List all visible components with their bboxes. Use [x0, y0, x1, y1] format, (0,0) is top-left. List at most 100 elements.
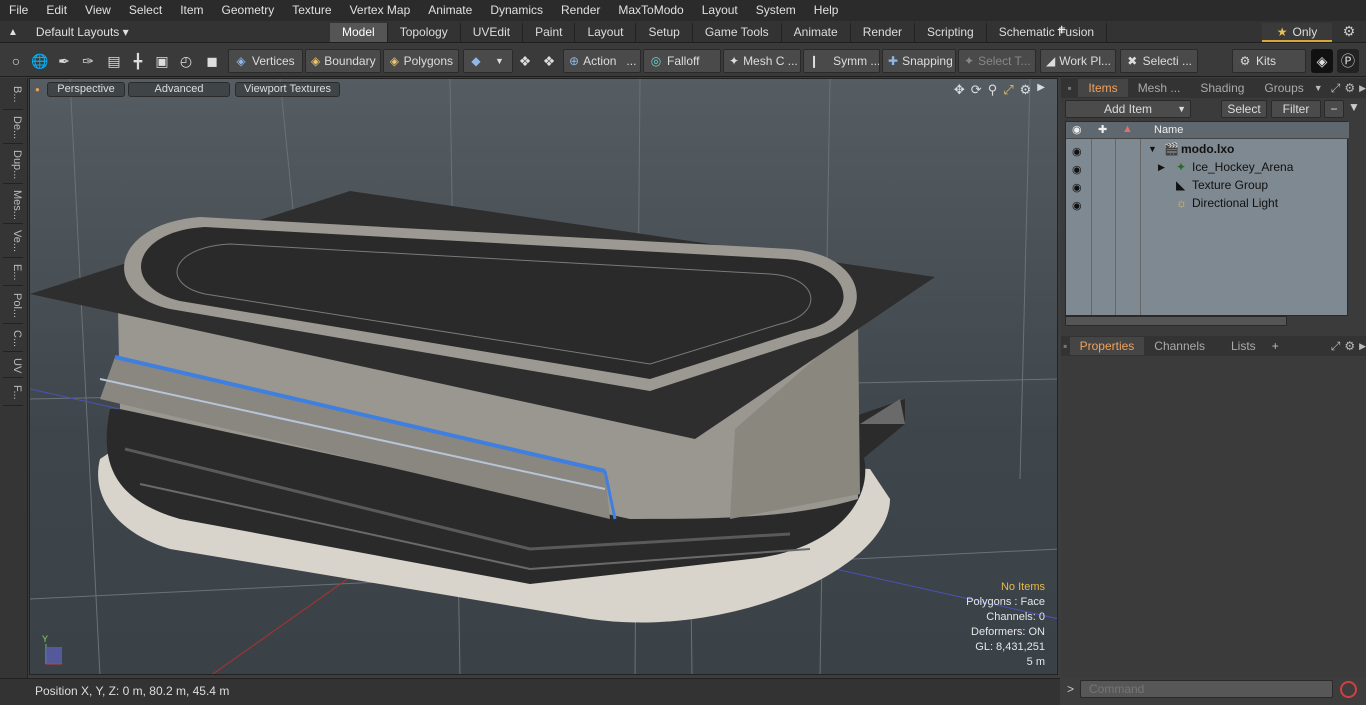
tab-layout[interactable]: Layout: [575, 23, 637, 42]
menu-view[interactable]: View: [76, 0, 120, 21]
material-alt-icon[interactable]: ❖: [538, 49, 560, 73]
tree-row-scene[interactable]: ◉ ▼ 🎬 modo.lxo: [1066, 140, 1349, 158]
panel-expand-icon[interactable]: ⤢: [1331, 339, 1341, 354]
menu-dynamics[interactable]: Dynamics: [481, 0, 552, 21]
panel-more-icon[interactable]: ▶: [1359, 83, 1366, 94]
tab-properties[interactable]: Properties: [1069, 337, 1145, 355]
tab-mesh[interactable]: Mesh ...: [1128, 79, 1191, 97]
snapping-button[interactable]: ✚ Snapping: [882, 49, 956, 73]
command-input[interactable]: [1080, 680, 1333, 698]
add-item-button[interactable]: Add Item ▼: [1065, 100, 1191, 118]
tab-topology[interactable]: Topology: [388, 23, 461, 42]
tab-render[interactable]: Render: [851, 23, 916, 42]
viewport-gear-icon[interactable]: ⚙: [1020, 82, 1032, 98]
name-column-header[interactable]: Name: [1154, 124, 1183, 136]
rotate-view-icon[interactable]: ⟳: [971, 82, 982, 98]
advanced-button[interactable]: Advanced: [128, 82, 230, 97]
tab-schematic-fusion[interactable]: Schematic Fusion: [987, 23, 1108, 42]
tree-horizontal-scrollbar[interactable]: [1065, 316, 1287, 326]
unity-icon[interactable]: ◈: [1311, 49, 1333, 73]
collapse-icon[interactable]: −: [1324, 100, 1344, 118]
tabs-dropdown-icon[interactable]: ▼: [1314, 83, 1323, 93]
crosshair-grid-icon[interactable]: ╋: [127, 49, 149, 73]
menu-texture[interactable]: Texture: [283, 0, 340, 21]
vertices-button[interactable]: ◈ Vertices: [228, 49, 303, 73]
only-toggle[interactable]: ★ Only: [1262, 23, 1332, 42]
brush-icon[interactable]: ✑: [77, 49, 99, 73]
tab-game-tools[interactable]: Game Tools: [693, 23, 782, 42]
material-icon[interactable]: ❖: [514, 49, 536, 73]
pen-icon[interactable]: ✒: [53, 49, 75, 73]
panel-menu-icon[interactable]: ▪: [1061, 339, 1070, 353]
filter-button[interactable]: Filter: [1271, 100, 1321, 118]
work-plane-button[interactable]: ◢ Work Pl...: [1040, 49, 1116, 73]
layers-icon[interactable]: ▤: [103, 49, 125, 73]
tab-paint[interactable]: Paint: [523, 23, 576, 42]
menu-help[interactable]: Help: [805, 0, 848, 21]
viewport-textures-button[interactable]: Viewport Textures: [235, 82, 340, 97]
add-tab-button[interactable]: +: [1057, 22, 1066, 40]
selection-sets-button[interactable]: ✖ Selecti ...: [1120, 49, 1198, 73]
tab-shading[interactable]: Shading: [1190, 79, 1254, 97]
viewport-menu-dot-icon[interactable]: ●: [35, 85, 40, 94]
tab-animate[interactable]: Animate: [782, 23, 851, 42]
tree-row-texture-group[interactable]: ◉ ◣ Texture Group: [1066, 176, 1349, 194]
left-tab-duplicate[interactable]: Dup...: [3, 146, 23, 184]
select-through-button[interactable]: ✦ Select T...: [958, 49, 1036, 73]
left-tab-curve[interactable]: C...: [3, 326, 23, 352]
move-view-icon[interactable]: ✥: [954, 82, 965, 98]
3d-viewport[interactable]: Y ● Perspective Advanced Viewport Textur…: [29, 78, 1058, 675]
tab-lists[interactable]: Lists: [1215, 337, 1272, 355]
left-tab-vertex[interactable]: Ve...: [3, 226, 23, 258]
menu-vertex-map[interactable]: Vertex Map: [341, 0, 420, 21]
left-tab-uv[interactable]: UV: [3, 354, 23, 378]
left-tab-edge[interactable]: E...: [3, 260, 23, 286]
gear-icon[interactable]: ⚙: [1340, 23, 1358, 41]
polygons-button[interactable]: ◈ Polygons: [383, 49, 459, 73]
layout-selector[interactable]: ▲ Default Layouts ▾: [8, 24, 129, 40]
panel-expand-icon[interactable]: ⤢: [1331, 81, 1341, 96]
shield-icon[interactable]: ◼: [201, 49, 223, 73]
falloff-button[interactable]: ◎ Falloff: [643, 49, 721, 73]
viewport-expand-icon[interactable]: ▶: [1037, 82, 1045, 98]
tab-setup[interactable]: Setup: [636, 23, 693, 42]
menu-geometry[interactable]: Geometry: [213, 0, 284, 21]
boundary-button[interactable]: ◈ Boundary: [305, 49, 381, 73]
panel-menu-icon[interactable]: ▪: [1061, 81, 1078, 95]
menu-maxtomodo[interactable]: MaxToModo: [609, 0, 692, 21]
globe-icon[interactable]: 🌐: [29, 49, 51, 73]
item-mode-dropdown[interactable]: ◆ ▼: [463, 49, 513, 73]
menu-item[interactable]: Item: [171, 0, 212, 21]
tab-uvedit[interactable]: UVEdit: [461, 23, 524, 42]
add-tab-button[interactable]: +: [1272, 339, 1279, 353]
viewport-scene[interactable]: Y: [30, 79, 1058, 675]
eye-icon[interactable]: ◉: [1072, 197, 1082, 215]
maximize-icon[interactable]: ⤢: [1003, 82, 1013, 98]
clock-icon[interactable]: ◴: [175, 49, 197, 73]
filter-funnel-icon[interactable]: ▼: [1348, 100, 1360, 114]
expand-arrow-icon[interactable]: ▼: [1148, 140, 1157, 158]
tab-items[interactable]: Items: [1078, 79, 1128, 97]
tab-channels[interactable]: Channels: [1144, 337, 1215, 355]
action-center-button[interactable]: ⊕ Action ...: [563, 49, 641, 73]
panel-gear-icon[interactable]: ⚙: [1344, 339, 1355, 353]
expand-arrow-icon[interactable]: ▶: [1158, 158, 1165, 176]
tab-model[interactable]: Model: [330, 23, 388, 42]
select-button[interactable]: Select: [1221, 100, 1267, 118]
circle-select-icon[interactable]: ○: [5, 49, 27, 73]
kits-button[interactable]: ⚙ Kits: [1232, 49, 1306, 73]
left-tab-mesh-edit[interactable]: Mes...: [3, 186, 23, 224]
left-tab-deform[interactable]: De...: [3, 112, 23, 144]
menu-file[interactable]: File: [0, 0, 37, 21]
tab-groups[interactable]: Groups: [1254, 79, 1313, 97]
menu-select[interactable]: Select: [120, 0, 171, 21]
panel-gear-icon[interactable]: ⚙: [1344, 81, 1355, 95]
menu-edit[interactable]: Edit: [37, 0, 76, 21]
left-tab-basic[interactable]: B...: [3, 80, 23, 110]
menu-system[interactable]: System: [747, 0, 805, 21]
menu-animate[interactable]: Animate: [419, 0, 481, 21]
left-tab-polygon[interactable]: Pol...: [3, 288, 23, 324]
tree-row-light[interactable]: ◉ ☼ Directional Light: [1066, 194, 1349, 212]
mesh-constraints-button[interactable]: ✦ Mesh C ...: [723, 49, 801, 73]
tab-scripting[interactable]: Scripting: [915, 23, 987, 42]
